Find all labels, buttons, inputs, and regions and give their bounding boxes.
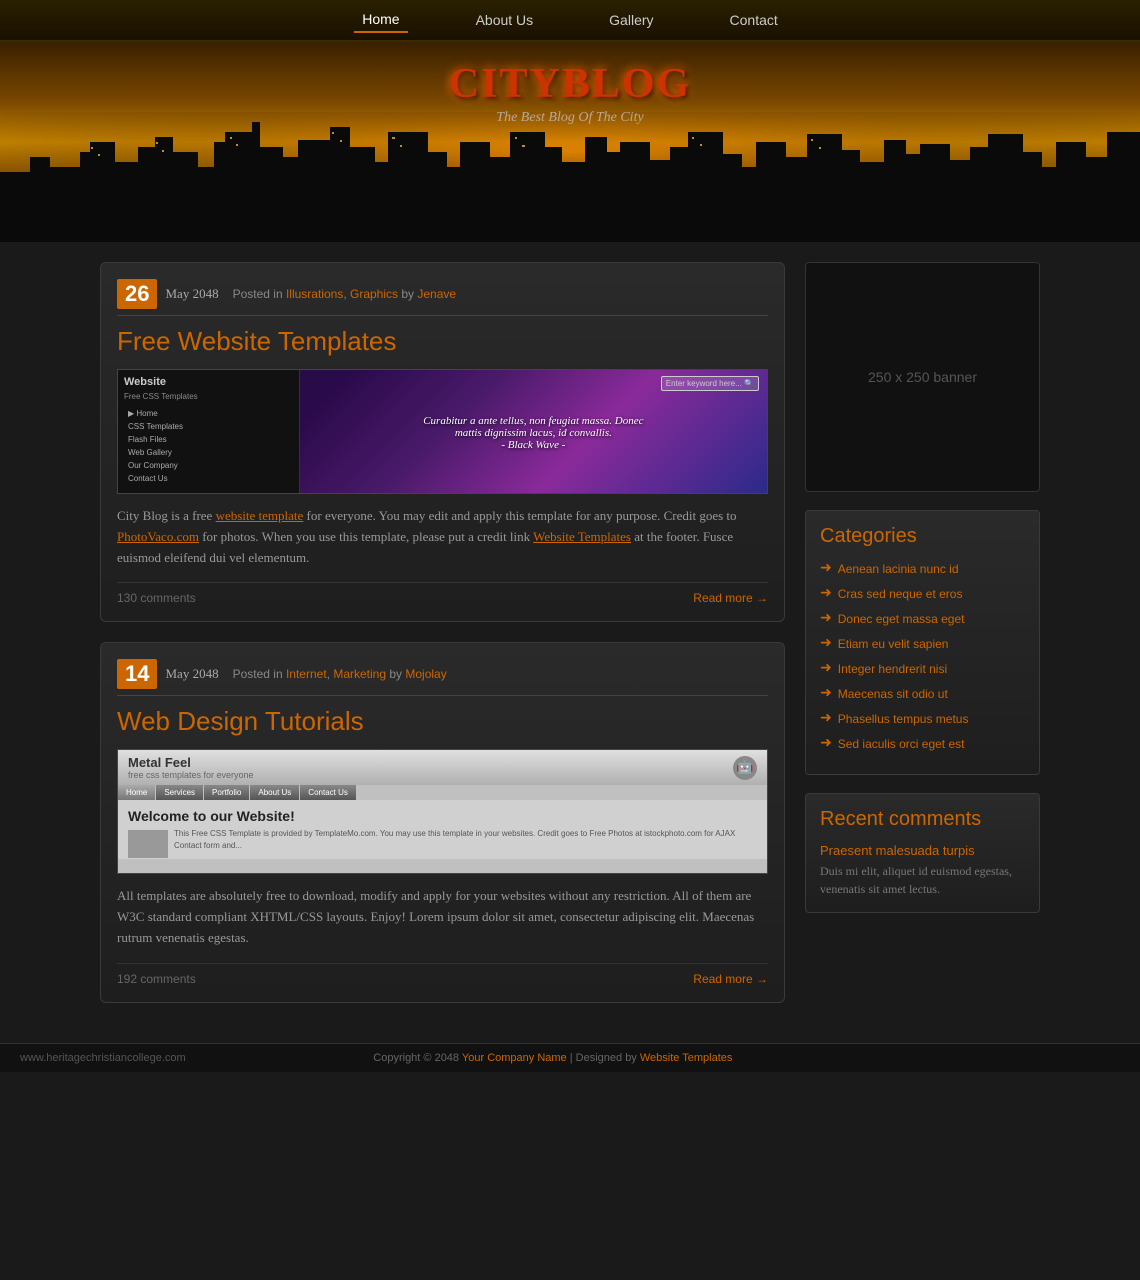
sidebar-cat-link-5[interactable]: Integer hendrerit nisi — [838, 662, 947, 676]
footer-template-link[interactable]: Website Templates — [640, 1052, 733, 1064]
arrow-icon-4: ➜ — [820, 635, 832, 652]
sidebar-recent-title: Recent comments — [820, 808, 1025, 831]
post-1-read-more[interactable]: Read more — [693, 591, 768, 605]
nav-home[interactable]: Home — [354, 7, 407, 33]
cityscape-image — [0, 112, 1140, 242]
site-title: CITYBLOG — [449, 60, 691, 108]
sidebar-cat-link-8[interactable]: Sed iaculis orci eget est — [838, 737, 965, 751]
post-2-meta: 14 May 2048 Posted in Internet, Marketin… — [117, 659, 768, 696]
post-1-image: Website Free CSS Templates ▶ Home CSS Te… — [117, 369, 768, 494]
post-2-author[interactable]: Mojolay — [405, 667, 446, 681]
arrow-icon-1: ➜ — [820, 560, 832, 577]
nav-about[interactable]: About Us — [468, 8, 542, 32]
arrow-icon-5: ➜ — [820, 660, 832, 677]
post-1-link-3[interactable]: Website Templates — [533, 529, 631, 544]
sidebar-cat-link-2[interactable]: Cras sed neque et eros — [838, 587, 963, 601]
recent-comment-title: Praesent malesuada turpis — [820, 843, 1025, 858]
post-2-image: Metal Feelfree css templates for everyon… — [117, 749, 768, 874]
sidebar-cat-item-7: ➜ Phasellus tempus metus — [820, 710, 1025, 727]
footer-company-link[interactable]: Your Company Name — [462, 1052, 567, 1064]
post-1-cat-1[interactable]: Illusrations — [286, 287, 343, 301]
site-footer: www.heritagechristiancollege.com Copyrig… — [0, 1043, 1140, 1072]
post-2-meta-text: Posted in Internet, Marketing by Mojolay — [233, 667, 447, 681]
sidebar-categories: Categories ➜ Aenean lacinia nunc id ➜ Cr… — [805, 510, 1040, 775]
post-2-date-num: 14 — [117, 659, 157, 689]
post-2: 14 May 2048 Posted in Internet, Marketin… — [100, 642, 785, 1002]
sidebar-cat-item-2: ➜ Cras sed neque et eros — [820, 585, 1025, 602]
post-1-meta: 26 May 2048 Posted in Illusrations, Grap… — [117, 279, 768, 316]
post-1-link-1[interactable]: website template — [216, 508, 304, 523]
site-header: CITYBLOG The Best Blog Of The City — [0, 42, 1140, 242]
post-2-read-more[interactable]: Read more — [693, 972, 768, 986]
post-1-footer: 130 comments Read more — [117, 582, 768, 605]
sidebar-categories-title: Categories — [820, 525, 1025, 548]
post-1-title: Free Website Templates — [117, 326, 768, 357]
sidebar-recent-comments: Recent comments Praesent malesuada turpi… — [805, 793, 1040, 913]
sidebar-cat-link-6[interactable]: Maecenas sit odio ut — [838, 687, 948, 701]
post-1-date-month: May 2048 — [165, 286, 218, 302]
post-1-cat-2[interactable]: Graphics — [350, 287, 398, 301]
sidebar-cat-item-6: ➜ Maecenas sit odio ut — [820, 685, 1025, 702]
footer-copyright: Copyright © 2048 Your Company Name | Des… — [186, 1052, 920, 1064]
post-2-body: All templates are absolutely free to dow… — [117, 886, 768, 948]
post-1-date-num: 26 — [117, 279, 157, 309]
arrow-icon-8: ➜ — [820, 735, 832, 752]
post-1-body: City Blog is a free website template for… — [117, 506, 768, 568]
post-2-footer: 192 comments Read more — [117, 963, 768, 986]
arrow-icon-6: ➜ — [820, 685, 832, 702]
arrow-icon-3: ➜ — [820, 610, 832, 627]
sidebar-cat-item-4: ➜ Etiam eu velit sapien — [820, 635, 1025, 652]
sidebar-cat-item-1: ➜ Aenean lacinia nunc id — [820, 560, 1025, 577]
arrow-icon-2: ➜ — [820, 585, 832, 602]
post-2-cat-2[interactable]: Marketing — [333, 667, 386, 681]
post-1-link-2[interactable]: PhotoVaco.com — [117, 529, 199, 544]
sidebar-cat-link-7[interactable]: Phasellus tempus metus — [838, 712, 969, 726]
arrow-icon-7: ➜ — [820, 710, 832, 727]
post-1: 26 May 2048 Posted in Illusrations, Grap… — [100, 262, 785, 622]
sidebar-cat-link-4[interactable]: Etiam eu velit sapien — [838, 637, 949, 651]
footer-url: www.heritagechristiancollege.com — [20, 1052, 186, 1064]
sidebar-cat-link-1[interactable]: Aenean lacinia nunc id — [838, 562, 959, 576]
post-2-comments: 192 comments — [117, 972, 196, 986]
nav-gallery[interactable]: Gallery — [601, 8, 661, 32]
post-1-comments: 130 comments — [117, 591, 196, 605]
post-2-cat-1[interactable]: Internet — [286, 667, 327, 681]
post-1-author[interactable]: Jenave — [417, 287, 456, 301]
post-1-meta-text: Posted in Illusrations, Graphics by Jena… — [233, 287, 456, 301]
sidebar-cat-link-3[interactable]: Donec eget massa eget — [838, 612, 965, 626]
nav-contact[interactable]: Contact — [722, 8, 786, 32]
sidebar-cat-item-5: ➜ Integer hendrerit nisi — [820, 660, 1025, 677]
sidebar-banner: 250 x 250 banner — [805, 262, 1040, 492]
sidebar: 250 x 250 banner Categories ➜ Aenean lac… — [805, 262, 1040, 1023]
post-2-date-month: May 2048 — [165, 666, 218, 682]
main-content: 26 May 2048 Posted in Illusrations, Grap… — [100, 262, 785, 1023]
sidebar-cat-item-8: ➜ Sed iaculis orci eget est — [820, 735, 1025, 752]
main-nav: Home About Us Gallery Contact — [0, 0, 1140, 42]
main-wrapper: 26 May 2048 Posted in Illusrations, Grap… — [100, 242, 1040, 1043]
recent-comment-text: Duis mi elit, aliquet id euismod egestas… — [820, 862, 1025, 898]
sidebar-cat-item-3: ➜ Donec eget massa eget — [820, 610, 1025, 627]
post-2-title: Web Design Tutorials — [117, 706, 768, 737]
